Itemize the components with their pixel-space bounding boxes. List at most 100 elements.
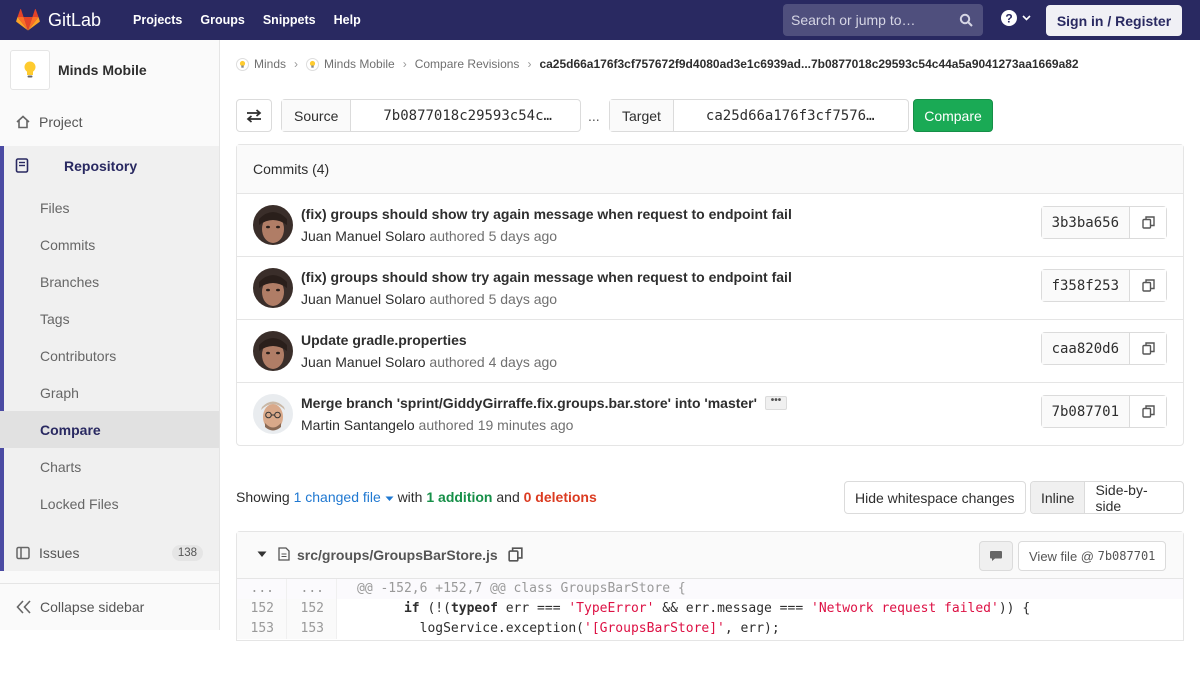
sidebar-subitem-files[interactable]: Files: [0, 189, 219, 226]
old-line-number[interactable]: ...: [237, 579, 287, 599]
changed-files-dropdown[interactable]: 1 changed file: [294, 489, 394, 505]
caret-down-icon: [385, 496, 394, 501]
side-by-side-view-button[interactable]: Side-by-side: [1085, 482, 1183, 513]
source-ref-selector[interactable]: Source 7b0877018c29593c54c…: [281, 99, 581, 132]
sidebar-item-project[interactable]: Project: [0, 110, 219, 134]
group-avatar-icon: [236, 57, 249, 71]
copy-icon: [1141, 279, 1155, 292]
code-text: logService.exception(: [419, 621, 584, 636]
commit-sha[interactable]: 7b087701: [1041, 396, 1130, 427]
new-line-number[interactable]: 152: [287, 599, 337, 619]
nav-help[interactable]: Help: [334, 13, 361, 27]
commit-time: 4 days ago: [488, 354, 558, 370]
commit-author[interactable]: Martin Santangelo: [301, 417, 415, 433]
sidebar-subitem-tags[interactable]: Tags: [0, 300, 219, 337]
commit-sha[interactable]: f358f253: [1041, 270, 1130, 301]
commit-title[interactable]: (fix) groups should show try again messa…: [301, 269, 792, 285]
brand-name: GitLab: [48, 9, 102, 30]
target-ref-selector[interactable]: Target ca25d66a176f3cf7576…: [609, 99, 909, 132]
user-avatar-image: [253, 205, 293, 245]
avatar[interactable]: [253, 331, 293, 371]
commit-author[interactable]: Juan Manuel Solaro: [301, 228, 426, 244]
help-dropdown[interactable]: ?: [1001, 10, 1031, 26]
collapse-sidebar-label: Collapse sidebar: [40, 599, 145, 615]
copy-sha-button[interactable]: [1130, 333, 1166, 364]
new-line-number[interactable]: ...: [287, 579, 337, 599]
commit-sha[interactable]: caa820d6: [1041, 333, 1130, 364]
breadcrumb-item-compare-revisions[interactable]: Compare Revisions: [415, 57, 520, 71]
swap-revisions-button[interactable]: [236, 99, 272, 132]
nav-snippets[interactable]: Snippets: [263, 13, 316, 27]
commit-row: (fix) groups should show try again messa…: [237, 194, 1183, 257]
collapse-sidebar-button[interactable]: Collapse sidebar: [0, 583, 219, 630]
commit-sha[interactable]: 3b3ba656: [1041, 207, 1130, 238]
sidebar-subitem-compare[interactable]: Compare: [0, 411, 219, 448]
commit-verb: authored: [429, 354, 485, 370]
copy-sha-button[interactable]: [1130, 270, 1166, 301]
source-label: Source: [282, 100, 352, 131]
sidebar-subitem-commits[interactable]: Commits: [0, 226, 219, 263]
issues-count-badge: 138: [171, 545, 203, 561]
hide-whitespace-button[interactable]: Hide whitespace changes: [844, 481, 1026, 514]
breadcrumb-item-minds[interactable]: Minds: [236, 57, 286, 71]
breadcrumb-item-minds-mobile[interactable]: Minds Mobile: [306, 57, 395, 71]
avatar[interactable]: [253, 268, 293, 308]
commit-sha-group: 3b3ba656: [1040, 206, 1167, 239]
commit-meta: Juan Manuel Solaro authored 4 days ago: [301, 354, 557, 370]
commit-time: 19 minutes ago: [477, 417, 574, 433]
collapse-file-toggle-icon[interactable]: [257, 551, 267, 558]
sidebar-subitem-charts[interactable]: Charts: [0, 448, 219, 485]
expand-commit-message-button[interactable]: •••: [764, 396, 787, 410]
diff-stats: Showing 1 changed file with 1 addition a…: [236, 489, 597, 505]
code-keyword: if: [403, 601, 420, 616]
sidebar-subitem-graph[interactable]: Graph: [0, 374, 219, 411]
copy-icon: [1141, 342, 1155, 355]
copy-sha-button[interactable]: [1130, 207, 1166, 238]
sidebar-section-repository: Repository Files Commits Branches Tags C…: [0, 146, 219, 571]
search-placeholder: Search or jump to…: [791, 12, 916, 28]
diff-file-header: src/groups/GroupsBarStore.js View file @…: [237, 532, 1183, 579]
avatar[interactable]: [253, 205, 293, 245]
commit-author[interactable]: Juan Manuel Solaro: [301, 291, 426, 307]
sidebar-project-header[interactable]: Minds Mobile: [0, 40, 219, 100]
search-input[interactable]: Search or jump to…: [783, 4, 983, 36]
commit-title-row: Merge branch 'sprint/GiddyGirraffe.fix.g…: [301, 395, 787, 411]
sign-in-register-button[interactable]: Sign in / Register: [1046, 5, 1182, 36]
commit-sha-group: caa820d6: [1040, 332, 1167, 365]
commit-title[interactable]: Update gradle.properties: [301, 332, 467, 348]
gitlab-logo[interactable]: GitLab: [16, 0, 101, 40]
commit-title[interactable]: Merge branch 'sprint/GiddyGirraffe.fix.g…: [301, 395, 757, 411]
code-text: && err.message ===: [654, 601, 811, 616]
view-file-button[interactable]: View file @ 7b087701: [1018, 541, 1167, 571]
sidebar-item-issues[interactable]: Issues 138: [0, 541, 219, 565]
question-icon: ?: [1001, 10, 1017, 26]
copy-sha-button[interactable]: [1130, 396, 1166, 427]
sidebar-item-label: Issues: [39, 545, 80, 561]
inline-view-button[interactable]: Inline: [1031, 482, 1086, 513]
sidebar-subitem-locked-files[interactable]: Locked Files: [0, 485, 219, 522]
file-path[interactable]: src/groups/GroupsBarStore.js: [297, 547, 498, 563]
old-line-number[interactable]: 153: [237, 619, 287, 639]
commit-author[interactable]: Juan Manuel Solaro: [301, 354, 426, 370]
breadcrumb-current[interactable]: ca25d66a176f3cf757672f9d4080ad3e1c6939ad…: [539, 57, 1078, 71]
sidebar-subitem-contributors[interactable]: Contributors: [0, 337, 219, 374]
sidebar-item-repository[interactable]: Repository: [15, 158, 137, 174]
avatar[interactable]: [253, 394, 293, 434]
issues-icon: [16, 546, 30, 560]
nav-groups[interactable]: Groups: [200, 13, 244, 27]
old-line-number[interactable]: 152: [237, 599, 287, 619]
compare-button[interactable]: Compare: [913, 99, 993, 132]
copy-file-path-icon[interactable]: [508, 547, 523, 562]
toggle-comments-button[interactable]: [979, 541, 1013, 571]
user-avatar-image: [253, 331, 293, 371]
code-text: err ===: [497, 601, 569, 616]
copy-icon: [1141, 405, 1155, 418]
commit-title[interactable]: (fix) groups should show try again messa…: [301, 206, 792, 222]
target-label: Target: [610, 100, 674, 131]
view-file-sha: 7b087701: [1097, 549, 1156, 563]
breadcrumb-label: Minds: [254, 57, 287, 71]
sidebar-subitem-branches[interactable]: Branches: [0, 263, 219, 300]
nav-projects[interactable]: Projects: [133, 13, 182, 27]
compare-form: Source 7b0877018c29593c54c… ... Target c…: [236, 99, 1184, 133]
new-line-number[interactable]: 153: [287, 619, 337, 639]
